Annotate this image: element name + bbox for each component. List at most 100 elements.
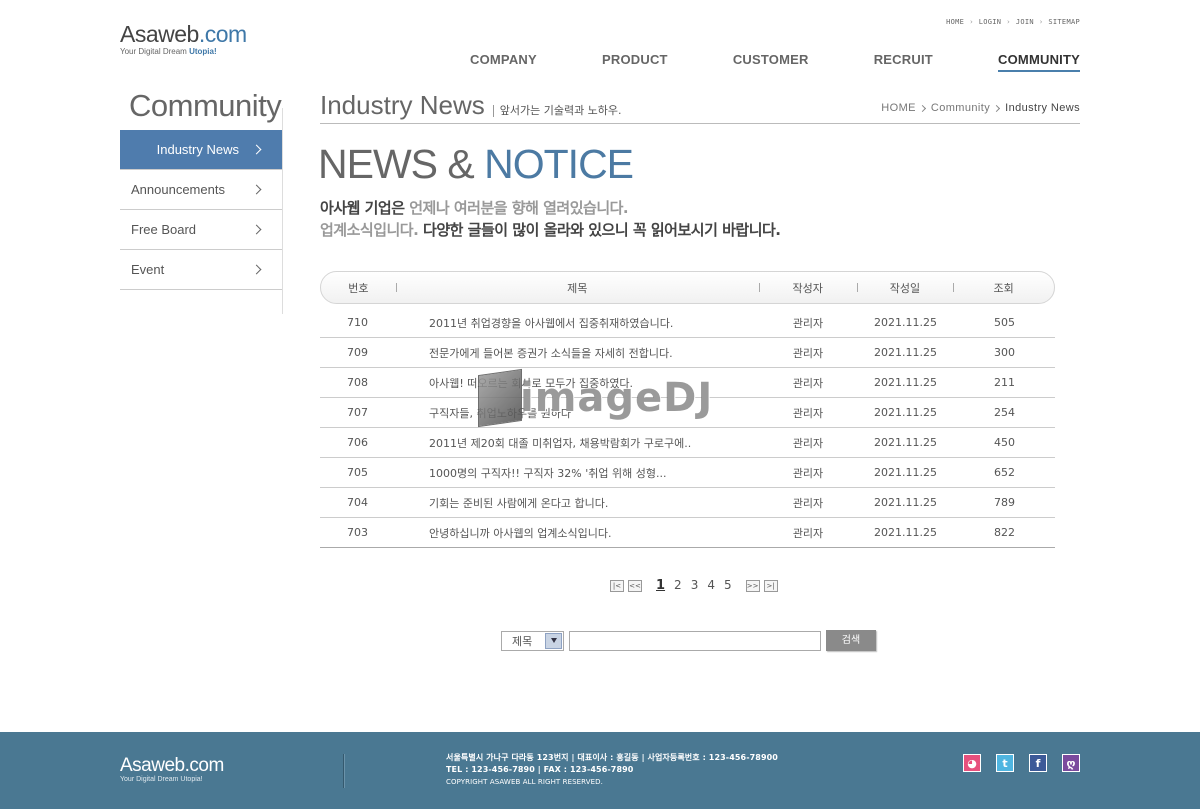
row-views: 652: [994, 466, 1015, 479]
sidebar-item-industry-news[interactable]: Industry News: [120, 130, 282, 170]
row-date: 2021.11.25: [874, 436, 937, 449]
yozm-icon[interactable]: ღ: [1062, 754, 1080, 772]
chevron-right-icon: [251, 224, 262, 235]
table-row[interactable]: 709 전문가에게 들어본 증권가 소식들을 자세히 전합니다. 관리자 2021.1…: [320, 338, 1055, 368]
util-link-home[interactable]: HOME: [946, 18, 964, 26]
facebook-icon[interactable]: f: [1029, 754, 1047, 772]
breadcrumb-current: Industry News: [1005, 102, 1080, 114]
footer-address: 서울특별시 가나구 다라동 123번지 | 대표이사 : 홍길동 | 사업자등록…: [446, 753, 778, 762]
chevron-right-icon: [918, 104, 926, 112]
footer-contact: TEL : 123-456-7890 | FAX : 123-456-7890: [446, 765, 634, 774]
nav-community[interactable]: COMMUNITY: [998, 52, 1080, 72]
row-writer: 관리자: [792, 466, 824, 480]
page-title-text: Industry News: [320, 90, 485, 120]
watermark: imageDJ: [478, 368, 713, 428]
main-nav: COMPANY PRODUCT CUSTOMER RECRUIT COMMUNI…: [470, 52, 1080, 72]
logo-tagline: Your Digital Dream Utopia!: [120, 47, 217, 56]
column-header-number: 번호: [348, 281, 369, 295]
row-views: 789: [994, 496, 1015, 509]
search-input[interactable]: [569, 630, 821, 651]
breadcrumb-home[interactable]: HOME: [881, 102, 916, 114]
chevron-down-icon[interactable]: [545, 632, 562, 649]
row-views: 211: [994, 376, 1015, 389]
row-number: 710: [347, 316, 368, 329]
row-views: 254: [994, 406, 1015, 419]
sidebar-item-free-board[interactable]: Free Board: [120, 210, 282, 250]
row-title-link[interactable]: 1000명의 구직자!! 구직자 32% '취업 위해 성형...: [395, 465, 759, 481]
sidebar-item-event[interactable]: Event: [120, 250, 282, 290]
page-number-4[interactable]: 4: [707, 578, 715, 593]
util-link-join[interactable]: JOIN: [1016, 18, 1034, 26]
nav-company[interactable]: COMPANY: [470, 52, 537, 72]
row-writer: 관리자: [792, 346, 824, 360]
row-number: 705: [347, 466, 368, 479]
row-writer: 관리자: [792, 316, 824, 330]
page-number-2[interactable]: 2: [674, 578, 682, 593]
footer-logo-wordmark: Asaweb.com: [120, 755, 224, 776]
utility-nav: HOME › LOGIN › JOIN › SITEMAP: [946, 18, 1080, 26]
row-views: 822: [994, 526, 1015, 539]
search-field-select[interactable]: 제목: [501, 630, 564, 651]
table-row[interactable]: 703 안녕하십니까 아사웹의 업계소식입니다. 관리자 2021.11.25 822: [320, 518, 1055, 548]
breadcrumb-community[interactable]: Community: [931, 102, 990, 114]
row-date: 2021.11.25: [874, 376, 937, 389]
util-link-sitemap[interactable]: SITEMAP: [1048, 18, 1080, 26]
footer-logo[interactable]: Asaweb.com Your Digital Dream Utopia!: [120, 755, 224, 784]
footer-divider: [343, 754, 344, 788]
board-header: 번호 제목 작성자 작성일 조회: [320, 271, 1055, 304]
footer-copyright: COPYRIGHT ASAWEB ALL RIGHT RESERVED.: [446, 778, 603, 786]
sidebar-item-label: Free Board: [131, 222, 197, 237]
title-divider: [320, 123, 1080, 124]
row-writer: 관리자: [792, 496, 824, 510]
row-date: 2021.11.25: [874, 466, 937, 479]
row-title-link[interactable]: 전문가에게 들어본 증권가 소식들을 자세히 전합니다.: [395, 345, 759, 361]
logo-wordmark: Asaweb.com: [120, 21, 247, 47]
sidebar-item-label: Event: [131, 262, 165, 277]
search-field-value: 제목: [512, 634, 533, 648]
column-header-writer: 작성자: [758, 280, 857, 296]
footer-logo-tagline: Your Digital Dream Utopia!: [120, 776, 203, 783]
row-number: 707: [347, 406, 368, 419]
next-page-icon[interactable]: >>: [745, 579, 760, 592]
page-numbers: 12345: [656, 578, 732, 593]
me2day-icon[interactable]: ◕: [963, 754, 981, 772]
footer-info: 서울특별시 가나구 다라동 123번지 | 대표이사 : 홍길동 | 사업자등록…: [446, 752, 778, 788]
hero-description: 아사웹 기업은 언제나 여러분을 향해 열려있습니다. 업계소식입니다. 다양한…: [320, 199, 781, 239]
sidebar-item-label: Announcements: [131, 182, 225, 197]
util-link-login[interactable]: LOGIN: [979, 18, 1002, 26]
row-views: 450: [994, 436, 1015, 449]
column-header-views: 조회: [953, 280, 1054, 296]
breadcrumb: HOME Community Industry News: [881, 102, 1080, 114]
first-page-icon[interactable]: |<: [610, 579, 624, 592]
nav-recruit[interactable]: RECRUIT: [874, 52, 933, 72]
twitter-icon[interactable]: t: [996, 754, 1014, 772]
search-bar: 제목 검색: [501, 630, 876, 651]
page-number-3[interactable]: 3: [691, 578, 699, 593]
search-button[interactable]: 검색: [826, 630, 876, 651]
site-logo[interactable]: Asaweb.com Your Digital Dream Utopia!: [120, 22, 247, 56]
sidebar-title: Community: [129, 88, 282, 123]
last-page-icon[interactable]: >|: [763, 579, 778, 592]
prev-page-icon[interactable]: <<: [628, 579, 642, 592]
row-number: 704: [347, 496, 368, 509]
row-title-link[interactable]: 안녕하십니까 아사웹의 업계소식입니다.: [395, 525, 759, 541]
nav-product[interactable]: PRODUCT: [602, 52, 668, 72]
page-number-5[interactable]: 5: [724, 578, 732, 593]
chevron-right-icon: [251, 184, 262, 195]
row-title-link[interactable]: 기회는 준비된 사람에게 온다고 합니다.: [395, 495, 759, 511]
sidebar-item-announcements[interactable]: Announcements: [120, 170, 282, 210]
page-subtitle: 앞서가는 기술력과 노하우.: [492, 105, 622, 117]
table-row[interactable]: 704 기회는 준비된 사람에게 온다고 합니다. 관리자 2021.11.25 789: [320, 488, 1055, 518]
table-row[interactable]: 710 2011년 취업경향을 아사웹에서 집중취재하였습니다. 관리자 2021.1…: [320, 308, 1055, 338]
row-title-link[interactable]: 2011년 제20회 대졸 미취업자, 채용박람회가 구로구에..: [395, 435, 759, 451]
row-title-link[interactable]: 2011년 취업경향을 아사웹에서 집중취재하였습니다.: [395, 315, 759, 331]
watermark-logo-icon: [478, 368, 522, 428]
table-row[interactable]: 706 2011년 제20회 대졸 미취업자, 채용박람회가 구로구에.. 관리자 2…: [320, 428, 1055, 458]
row-number: 703: [347, 526, 368, 539]
board-rows: 710 2011년 취업경향을 아사웹에서 집중취재하였습니다. 관리자 2021.1…: [320, 308, 1055, 548]
page-number-1[interactable]: 1: [656, 578, 665, 593]
nav-customer[interactable]: CUSTOMER: [733, 52, 809, 72]
row-writer: 관리자: [792, 526, 824, 540]
sidebar-divider: [282, 108, 283, 314]
table-row[interactable]: 705 1000명의 구직자!! 구직자 32% '취업 위해 성형... 관리자 2…: [320, 458, 1055, 488]
